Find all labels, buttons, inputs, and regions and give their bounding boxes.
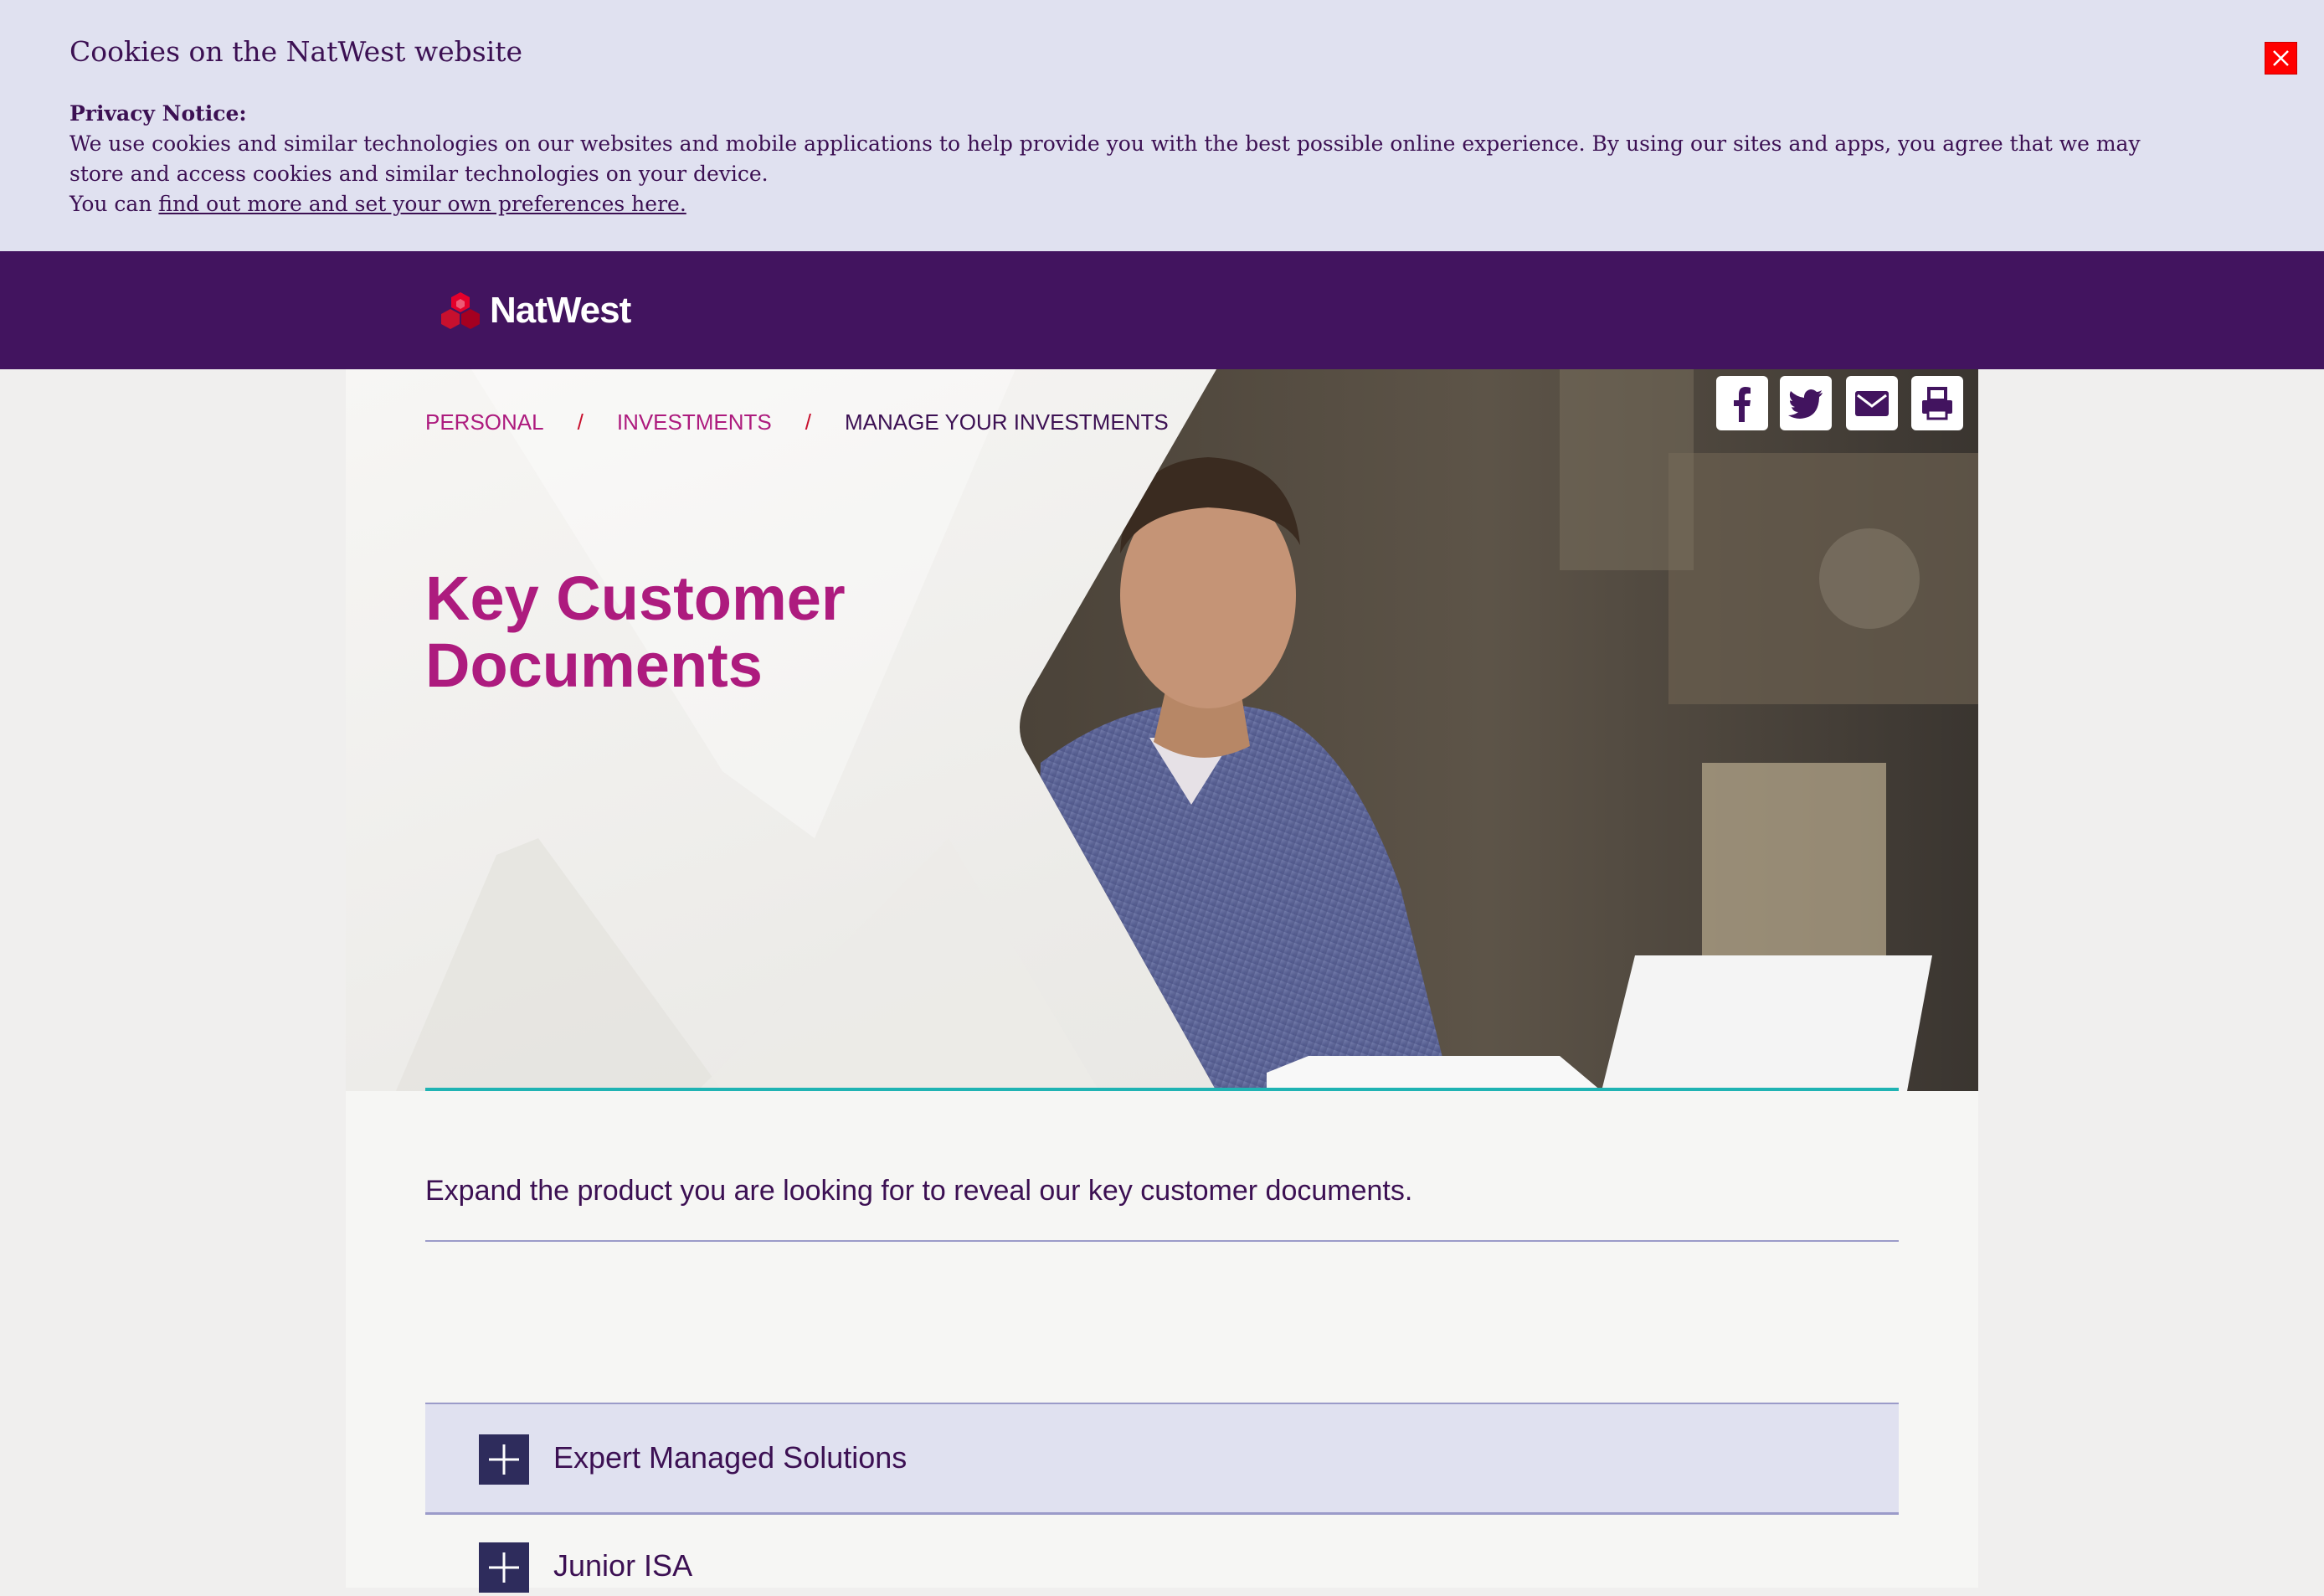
breadcrumb-personal[interactable]: PERSONAL: [425, 409, 544, 435]
intro-text: Expand the product you are looking for t…: [425, 1175, 1413, 1207]
accordion-label[interactable]: Junior ISA: [553, 1547, 692, 1584]
email-share-button[interactable]: [1846, 376, 1898, 430]
hero-divider: [425, 1088, 1899, 1091]
accordion-label[interactable]: Expert Managed Solutions: [553, 1439, 907, 1476]
natwest-logo[interactable]: NatWest: [440, 289, 631, 332]
twitter-icon: [1788, 389, 1823, 419]
facebook-icon: [1734, 386, 1751, 422]
intro-divider: [425, 1240, 1899, 1242]
breadcrumb-separator: /: [805, 409, 811, 435]
facebook-share-button[interactable]: [1716, 376, 1768, 430]
accordion-item-expert-managed-solutions[interactable]: Expert Managed Solutions: [425, 1403, 1899, 1515]
expand-button[interactable]: [479, 1434, 529, 1485]
cookie-banner: Cookies on the NatWest website Privacy N…: [0, 0, 2324, 251]
page-title-line-2: Documents: [425, 631, 763, 700]
accordion-item-junior-isa[interactable]: Junior ISA: [425, 1517, 1899, 1593]
print-icon: [1922, 386, 1952, 420]
cookie-body: Privacy Notice: We use cookies and simil…: [69, 99, 2196, 219]
breadcrumb-separator: /: [577, 409, 584, 435]
print-button[interactable]: [1911, 376, 1963, 430]
logo-text: NatWest: [490, 290, 631, 331]
cookie-title: Cookies on the NatWest website: [69, 35, 523, 68]
site-header: [0, 251, 2324, 369]
privacy-notice-text: We use cookies and similar technologies …: [69, 131, 2141, 186]
twitter-share-button[interactable]: [1780, 376, 1832, 430]
natwest-cubes-icon: [441, 292, 480, 329]
cookie-close-button[interactable]: [2265, 42, 2297, 75]
plus-icon: [489, 1552, 519, 1583]
hero-image: [396, 369, 1978, 1091]
plus-icon: [489, 1444, 519, 1475]
page-title-line-1: Key Customer: [425, 564, 846, 633]
cookie-preferences-link[interactable]: find out more and set your own preferenc…: [158, 192, 686, 216]
privacy-notice-heading: Privacy Notice:: [69, 101, 247, 126]
close-icon: [2273, 50, 2289, 66]
expand-button[interactable]: [479, 1542, 529, 1593]
breadcrumb-investments[interactable]: INVESTMENTS: [617, 409, 772, 435]
hero-banner: [346, 369, 1978, 1091]
preferences-prefix: You can: [69, 192, 159, 216]
page-title: Key Customer Documents: [425, 565, 1011, 699]
breadcrumb-current: MANAGE YOUR INVESTMENTS: [845, 409, 1169, 435]
breadcrumb: PERSONAL / INVESTMENTS / MANAGE YOUR INV…: [425, 409, 1169, 435]
email-icon: [1855, 390, 1889, 416]
